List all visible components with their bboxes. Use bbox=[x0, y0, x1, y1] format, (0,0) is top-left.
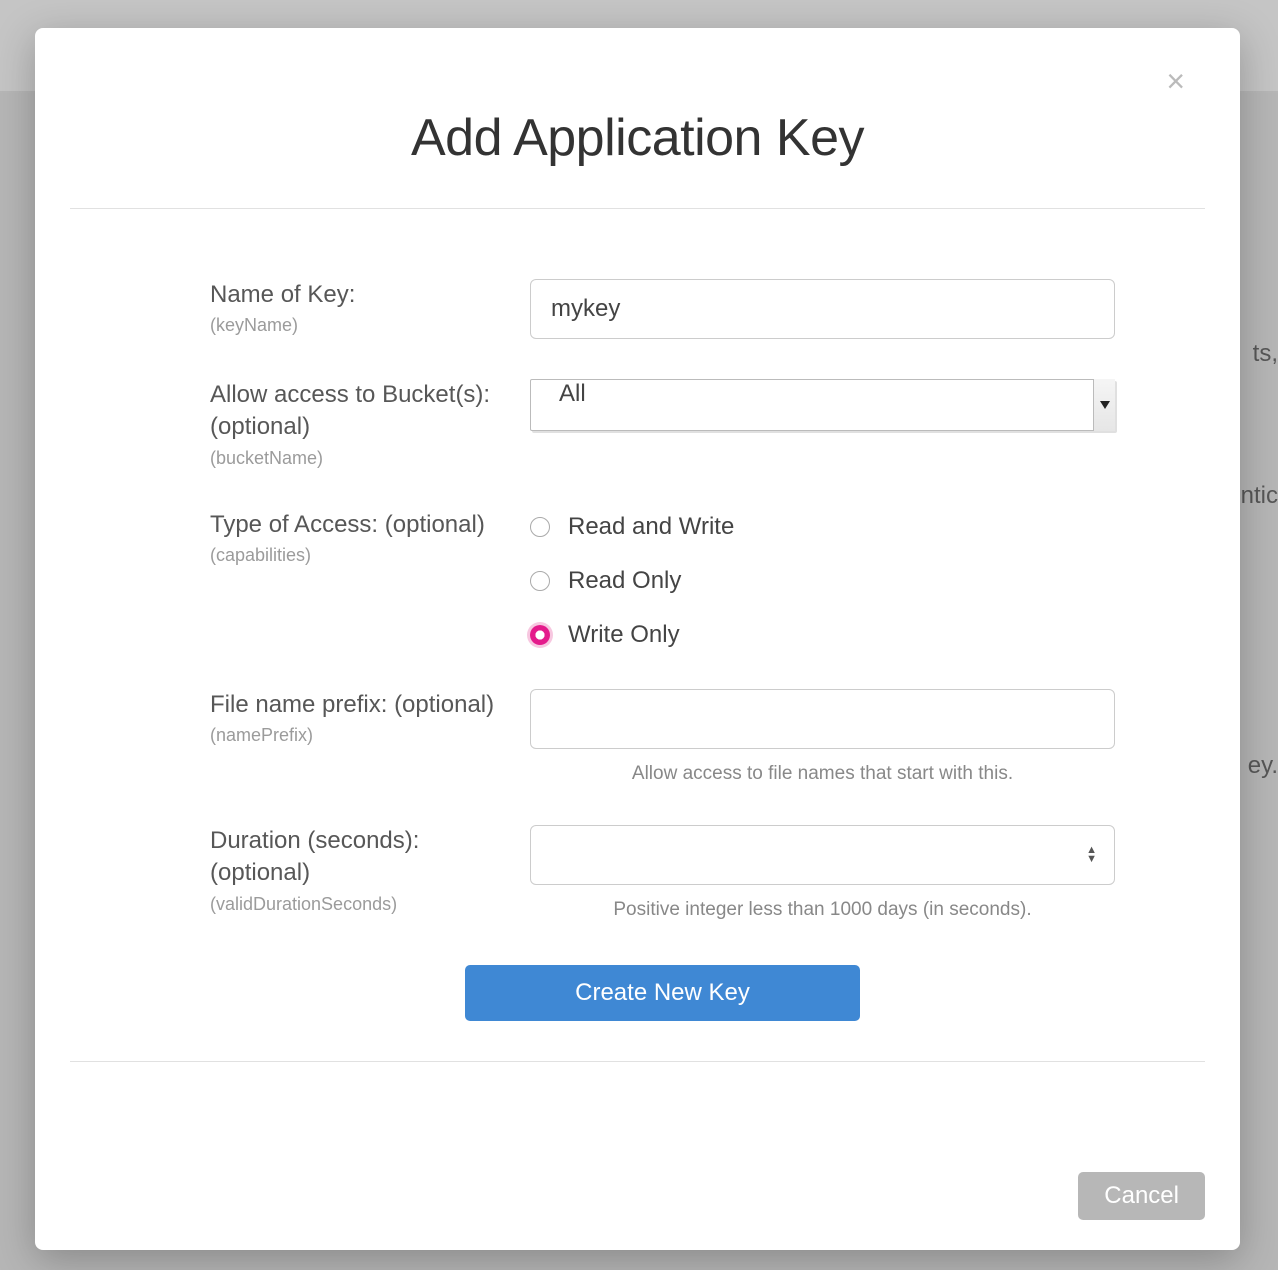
label-access-type: Type of Access: (optional) bbox=[210, 509, 510, 541]
label-key-name: Name of Key: bbox=[210, 279, 510, 311]
duration-hint: Positive integer less than 1000 days (in… bbox=[530, 899, 1115, 921]
add-application-key-modal: × Add Application Key Name of Key: (keyN… bbox=[35, 28, 1240, 1250]
radio-label: Read and Write bbox=[568, 513, 734, 541]
label-duration: Duration (seconds): (optional) bbox=[210, 825, 510, 890]
cancel-button[interactable]: Cancel bbox=[1078, 1172, 1205, 1220]
close-icon[interactable]: × bbox=[1166, 73, 1185, 89]
radio-label: Write Only bbox=[568, 621, 680, 649]
prefix-hint: Allow access to file names that start wi… bbox=[530, 763, 1115, 785]
prefix-input[interactable] bbox=[530, 689, 1115, 749]
label-prefix-sub: (namePrefix) bbox=[210, 725, 510, 746]
label-access-type-sub: (capabilities) bbox=[210, 545, 510, 566]
radio-icon bbox=[530, 517, 550, 537]
radio-read-write[interactable]: Read and Write bbox=[530, 513, 1115, 541]
radio-read-only[interactable]: Read Only bbox=[530, 567, 1115, 595]
label-duration-sub: (validDurationSeconds) bbox=[210, 894, 510, 915]
radio-icon bbox=[530, 625, 550, 645]
application-key-form: Name of Key: (keyName) Allow access to B… bbox=[70, 209, 1205, 1061]
modal-title: Add Application Key bbox=[70, 108, 1205, 168]
radio-write-only[interactable]: Write Only bbox=[530, 621, 1115, 649]
create-new-key-button[interactable]: Create New Key bbox=[465, 965, 860, 1021]
label-key-name-sub: (keyName) bbox=[210, 315, 510, 336]
bucket-select[interactable]: All bbox=[530, 379, 1115, 431]
label-bucket: Allow access to Bucket(s): (optional) bbox=[210, 379, 510, 444]
label-prefix: File name prefix: (optional) bbox=[210, 689, 510, 721]
radio-label: Read Only bbox=[568, 567, 681, 595]
key-name-input[interactable] bbox=[530, 279, 1115, 339]
radio-icon bbox=[530, 571, 550, 591]
duration-input[interactable] bbox=[530, 825, 1115, 885]
label-bucket-sub: (bucketName) bbox=[210, 448, 510, 469]
